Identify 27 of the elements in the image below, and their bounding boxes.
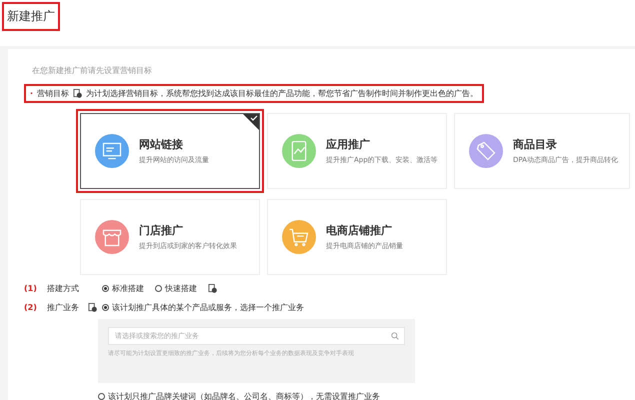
- radio-option[interactable]: 标准搭建: [102, 283, 144, 294]
- goal-description: 为计划选择营销目标，系统帮您找到达成该目标最佳的产品功能，帮您节省广告制作时间并制作更出色的广告。: [86, 88, 478, 99]
- bullet-mark: ·: [30, 89, 34, 98]
- radio-option[interactable]: 该计划只推广品牌关键词（如品牌名、公司名、商标等），无需设置推广业务: [98, 391, 380, 400]
- goal-title: 电商店铺推广: [326, 223, 393, 238]
- radio-option[interactable]: 快速搭建: [155, 283, 197, 294]
- help-icon[interactable]: [208, 284, 217, 293]
- check-corner-icon: [243, 114, 259, 130]
- field-label: 搭建方式: [47, 283, 80, 294]
- help-icon[interactable]: [88, 303, 97, 312]
- radio-option[interactable]: 该计划推广具体的某个产品或服务，选择一个推广业务: [102, 302, 304, 313]
- field-label: 推广业务: [47, 302, 80, 313]
- goal-label: 营销目标: [37, 88, 70, 99]
- step-number: (1): [24, 284, 38, 293]
- goal-title: 网站链接: [139, 137, 184, 152]
- intro-text: 在您新建推广前请先设置营销目标: [32, 65, 153, 76]
- goal-title: 应用推广: [326, 137, 371, 152]
- page-title: 新建推广: [2, 2, 60, 31]
- goal-title: 商品目录: [513, 137, 558, 152]
- radio-button[interactable]: [102, 285, 109, 292]
- radio-button[interactable]: [102, 304, 109, 311]
- step-number: (2): [24, 303, 38, 312]
- goal-title: 门店推广: [139, 223, 184, 238]
- search-icon[interactable]: [391, 332, 399, 340]
- radio-button[interactable]: [155, 285, 162, 292]
- help-icon[interactable]: [73, 89, 82, 98]
- radio-button[interactable]: [98, 393, 105, 400]
